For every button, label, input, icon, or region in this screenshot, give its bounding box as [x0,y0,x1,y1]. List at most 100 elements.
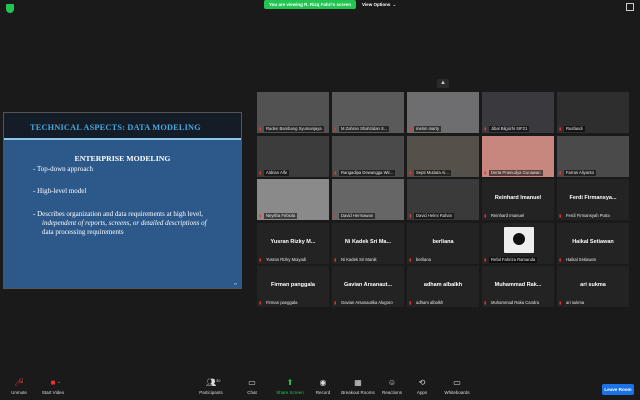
chat-button[interactable]: ▭ Chat [244,378,260,395]
participant-display-name: Muhammad Rak... [494,282,542,288]
avatar [504,226,534,253]
unmute-button[interactable]: 🎤︎ ^ Unmute [8,378,30,395]
slide-bullet: - Describes organization and data requir… [33,210,203,218]
participant-name-label: David Hermawan [339,213,376,219]
muted-mic-icon: ▮ [484,300,487,305]
participant-tile[interactable]: ▮ M Zahran Shahzidan S... [332,92,404,133]
record-button[interactable]: ◉ Record [312,378,334,395]
participant-tile[interactable]: ari sukma ▮ ari sukma [557,266,629,307]
reactions-icon: ☺ [387,378,397,387]
muted-mic-icon: ▮ [409,169,412,175]
muted-mic-icon: ▮ [484,213,487,218]
participant-name-label: adham albalkh [416,300,444,305]
meeting-toolbar: 🎤︎ ^ Unmute ■ ^ Start Video 👥︎ 30 Partic… [0,376,640,400]
participant-name-label: Gavian Arsanautika Alugoro [341,300,393,305]
apps-icon: ⟲ [418,378,426,387]
participant-tile[interactable]: berliana ▮ berliana [407,222,479,264]
muted-mic-icon: ▮ [559,213,562,218]
muted-mic-icon: ▮ [559,126,562,131]
record-icon: ◉ [319,378,327,387]
share-screen-button[interactable]: ⬆ Share Screen [275,378,305,395]
slide-title-underline [4,138,241,140]
participants-button[interactable]: 👥︎ 30 Participants [196,378,226,395]
participant-tile[interactable]: ▮ Septi Mutiara Ai... [407,135,479,177]
participant-display-name: Reinhard Imanuel [494,195,542,201]
participant-tile[interactable]: ▮ Refal Fahriza Ramanda [482,222,554,264]
slide-page-indicator: ▪▪ [234,281,237,286]
participant-tile[interactable]: ▮ Derta Pramudya Gunawan [482,135,554,177]
participant-tile[interactable]: ▮ Aldrian Alfe [257,135,329,177]
view-options-label: View Options [362,2,391,7]
reactions-button[interactable]: ☺ Reactions [380,378,404,395]
participant-name-label: David Helmi Rahan [414,213,455,219]
participant-name-label: Jibal Bilgiizhi SIF21 [489,126,530,132]
record-label: Record [315,390,331,395]
participant-tile[interactable]: Reinhard Imanuel ▮ Reinhard Imanuel [482,179,554,220]
chevron-up-icon[interactable]: ^ [58,380,60,385]
participant-name-label: Reinhard Imanuel [491,213,525,218]
participant-tile[interactable]: Ni Kadek Sri Ma... ▮ Ni Kadek Sri Manik [332,222,404,264]
participant-tile[interactable]: Ferdi Firmansya... ▮ Ferdi Firmansyah Putr… [557,179,629,220]
muted-mic-icon: ▮ [559,300,562,305]
participant-display-name: ari sukma [580,282,606,288]
participant-name-label: Rangadipa Dewangga Wir... [339,169,396,176]
muted-mic-icon: ▮ [259,300,262,305]
share-screen-label: Share Screen [276,390,304,395]
muted-mic-icon: ▮ [409,300,412,305]
start-video-label: Start Video [41,390,65,395]
slide-bullet-cont: data processing requirements [42,228,124,236]
muted-mic-icon: ▮ [484,169,487,175]
breakout-rooms-icon: ▦ [354,378,362,387]
participant-tile[interactable]: Muhammad Rak... ▮ Muhammad Raka Candra [482,266,554,307]
participant-display-name: Ni Kadek Sri Ma... [344,238,392,245]
participant-name-label: ari sukma [566,300,585,305]
participant-tile[interactable]: ▮ Jibal Bilgiizhi SIF21 [482,92,554,133]
participants-count: 30 [216,378,221,383]
participant-tile[interactable]: ▮ Farras Aliyanto [557,135,629,177]
reactions-label: Reactions [381,390,402,395]
participant-tile[interactable]: ▮ Rusfandi [557,92,629,133]
participant-tile[interactable]: ▮ Rangadipa Dewangga Wir... [332,135,404,177]
whiteboard-icon: ▭ [453,378,461,387]
participant-tile[interactable]: adham albalkh ▮ adham albalkh [407,266,479,307]
participant-display-name: Haikal Setiawan [572,238,614,245]
participant-tile[interactable]: ▮ melon marty [407,92,479,133]
participant-tile[interactable]: ▮ David Helmi Rahan [407,179,479,220]
muted-mic-icon: ▮ [259,169,262,175]
muted-mic-icon: ▮ [259,126,262,131]
participant-name-label: Septi Mutiara Ai... [414,169,451,176]
leave-room-button[interactable]: Leave Room [602,384,634,395]
collapse-gallery-button[interactable]: ▲ [437,79,449,88]
security-shield-icon[interactable] [6,4,14,13]
participant-name-label: Refal Fahriza Ramanda [489,256,538,263]
participant-name-label: Muhammad Raka Candra [491,300,539,305]
participant-display-name: berliana [432,238,454,245]
breakout-rooms-button[interactable]: ▦ Breakout Rooms [340,378,376,395]
participant-tile[interactable]: Firman panggala ▮ Firman panggala [257,266,329,307]
whiteboards-button[interactable]: ▭ Whiteboards [442,378,472,395]
chat-label: Chat [247,390,257,395]
participant-name-label: M Zahran Shahzidan S... [339,126,390,132]
screen-share-banner: You are viewing R. Rizq Fahri's screen V… [264,0,396,9]
participant-name-label: Neysha Febiola [264,213,298,219]
participant-tile[interactable]: ▮ Neysha Febiola [257,179,329,220]
participant-tile[interactable]: Yusran Rizky M... ▮ Yusran Rizky Muiyadi [257,222,329,264]
slide-bullet: - High-level model [33,187,87,195]
fullscreen-icon[interactable] [626,3,634,11]
participant-name-label: Haikal Setiawan [566,256,597,262]
participant-tile[interactable]: ▮ Raden Bambang Syumanjaya [257,92,329,133]
participant-name-label: Derta Pramudya Gunawan [489,169,543,176]
participant-tile[interactable]: Gavian Arsanaut... ▮ Gavian Arsanautika Al… [332,266,404,307]
participant-tile[interactable]: Haikal Setiawan ▮ Haikal Setiawan [557,222,629,264]
chevron-up-icon[interactable]: ^ [21,380,23,385]
muted-mic-icon: ▮ [409,213,412,218]
slide-bullet: - Top-down approach [33,165,94,173]
start-video-button[interactable]: ■ ^ Start Video [38,378,68,395]
muted-mic-icon: ▮ [409,256,412,262]
apps-button[interactable]: ⟲ Apps [414,378,430,395]
participant-tile[interactable]: ▮ David Hermawan [332,179,404,220]
participants-icon: 👥︎ [206,378,217,387]
view-options-button[interactable]: View Options ⌄ [362,2,396,8]
participant-name-label: Ni Kadek Sri Manik [341,256,377,262]
slide-bullet-cont: independent of reports, screens, or deta… [42,219,207,227]
